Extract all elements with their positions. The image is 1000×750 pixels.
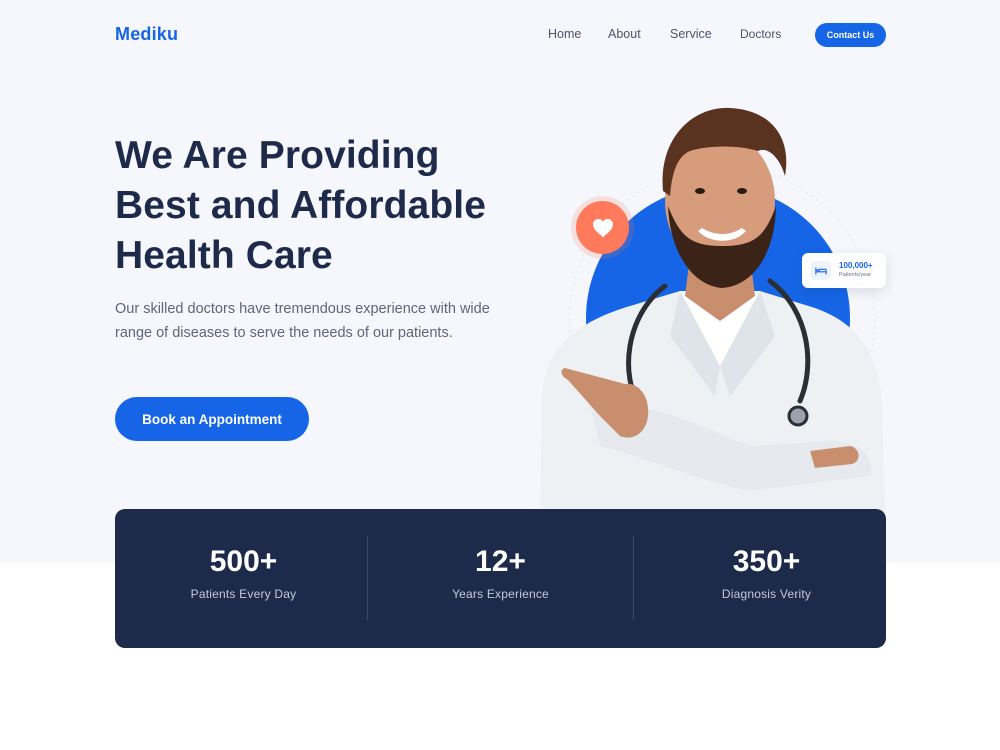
card-label: Patients/year (839, 272, 872, 278)
nav-link-doctors[interactable]: Doctors (740, 27, 781, 41)
bed-icon-wrapper (811, 261, 831, 280)
stats-divider (633, 536, 634, 620)
nav-link-about[interactable]: About (608, 27, 641, 41)
book-appointment-button[interactable]: Book an Appointment (115, 397, 309, 441)
stat-experience: 12+ Years Experience (372, 509, 629, 648)
bed-icon (815, 267, 827, 274)
heart-badge (576, 201, 629, 254)
nav-link-service[interactable]: Service (670, 27, 712, 41)
stat-label: Patients Every Day (190, 587, 297, 601)
stats-divider (367, 536, 368, 620)
stat-value: 12+ (475, 545, 526, 578)
stat-diagnosis: 350+ Diagnosis Verity (638, 509, 895, 648)
hero-headline: We Are Providing Best and Affordable Hea… (115, 131, 535, 281)
card-value: 100,000+ (839, 261, 873, 270)
heart-icon (592, 218, 613, 237)
stat-label: Years Experience (452, 587, 549, 601)
stats-bar: 500+ Patients Every Day 12+ Years Experi… (115, 509, 886, 648)
nav-link-home[interactable]: Home (548, 27, 581, 41)
contact-us-button[interactable]: Contact Us (815, 23, 886, 47)
patients-per-year-card: 100,000+ Patients/year (802, 253, 886, 288)
headline-line-2: Best and Affordable (115, 184, 486, 227)
hero-description: Our skilled doctors have tremendous expe… (115, 301, 490, 341)
headline-line-1: We Are Providing (115, 134, 440, 177)
brand-logo[interactable]: Mediku (115, 24, 178, 45)
headline-line-3: Health Care (115, 234, 333, 277)
stat-patients: 500+ Patients Every Day (115, 509, 372, 648)
stat-value: 500+ (209, 545, 278, 578)
stat-value: 350+ (732, 545, 801, 578)
doctor-image (540, 107, 885, 510)
stat-label: Diagnosis Verity (721, 587, 812, 601)
